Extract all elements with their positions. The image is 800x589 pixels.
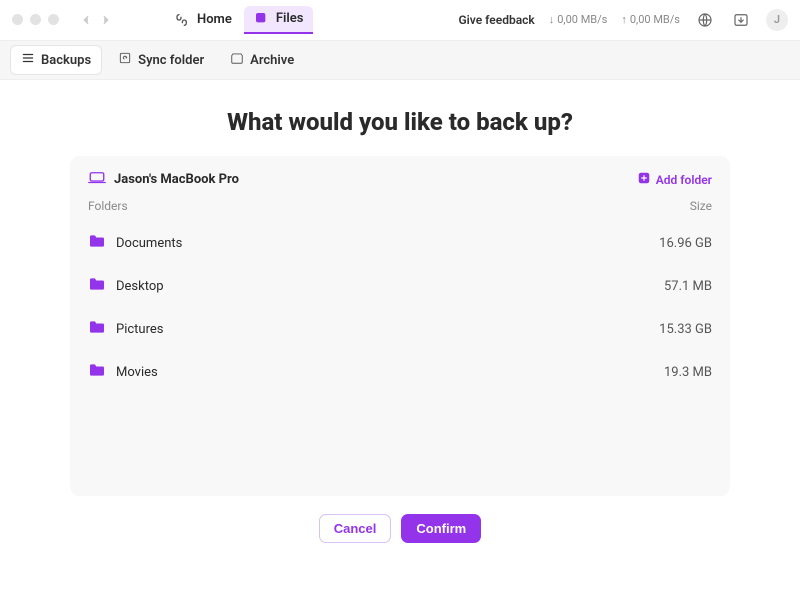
device-name: Jason's MacBook Pro (114, 172, 239, 187)
titlebar: Home Files Give feedback ↓ 0,00 MB/s ↑ 0… (0, 0, 800, 40)
folder-name: Pictures (116, 322, 163, 337)
cancel-button[interactable]: Cancel (319, 514, 392, 543)
download-speed-value: 0,00 MB/s (557, 13, 607, 26)
nav-back-button[interactable] (79, 13, 93, 27)
close-window-dot[interactable] (12, 14, 23, 25)
table-row[interactable]: Documents 16.96 GB (88, 221, 712, 264)
globe-button[interactable] (694, 9, 716, 31)
folder-name: Movies (116, 365, 158, 380)
download-speed: ↓ 0,00 MB/s (549, 13, 608, 26)
titlebar-tools: Give feedback ↓ 0,00 MB/s ↑ 0,00 MB/s J (458, 9, 788, 31)
add-folder-button[interactable]: Add folder (637, 171, 712, 188)
tab-home-label: Home (197, 12, 232, 27)
subtab-sync-label: Sync folder (138, 53, 204, 68)
sync-icon (118, 51, 132, 69)
table-header: Folders Size (88, 199, 712, 221)
col-size: Size (690, 199, 712, 213)
maximize-window-dot[interactable] (48, 14, 59, 25)
arrow-up-icon: ↑ (621, 13, 627, 26)
folder-list: Documents 16.96 GB Desktop 57.1 MB Pictu… (88, 221, 712, 393)
col-folders: Folders (88, 199, 128, 213)
avatar[interactable]: J (766, 9, 788, 31)
minimize-window-dot[interactable] (30, 14, 41, 25)
feedback-link[interactable]: Give feedback (458, 13, 534, 27)
table-row[interactable]: Pictures 15.33 GB (88, 307, 712, 350)
folder-name: Documents (116, 236, 182, 251)
footer-actions: Cancel Confirm (319, 514, 481, 543)
tab-files[interactable]: Files (244, 6, 314, 34)
folder-icon (88, 320, 106, 338)
subtabs-bar: Backups Sync folder Archive (0, 40, 800, 80)
subtab-archive-label: Archive (250, 53, 294, 68)
folder-size: 19.3 MB (664, 365, 712, 380)
subtab-sync[interactable]: Sync folder (108, 46, 214, 74)
main-tabs: Home Files (165, 6, 313, 34)
folder-icon (88, 363, 106, 381)
nav-arrows (79, 13, 113, 27)
files-icon (254, 11, 270, 27)
subtab-backups-label: Backups (41, 53, 91, 68)
folder-size: 57.1 MB (664, 279, 712, 294)
open-folder-button[interactable] (730, 9, 752, 31)
subtab-backups[interactable]: Backups (10, 45, 102, 75)
table-row[interactable]: Movies 19.3 MB (88, 350, 712, 393)
globe-icon (696, 11, 714, 29)
confirm-button[interactable]: Confirm (401, 514, 481, 543)
page: What would you like to back up? Jason's … (0, 80, 800, 543)
card-header: Jason's MacBook Pro Add folder (88, 170, 712, 199)
open-folder-icon (732, 11, 750, 29)
page-title: What would you like to back up? (227, 108, 573, 136)
table-row[interactable]: Desktop 57.1 MB (88, 264, 712, 307)
upload-speed-value: 0,00 MB/s (630, 13, 680, 26)
tab-files-label: Files (276, 11, 304, 26)
window-controls (12, 14, 59, 25)
folder-name: Desktop (116, 279, 164, 294)
tab-home[interactable]: Home (165, 7, 242, 33)
laptop-icon (88, 170, 106, 189)
archive-icon (230, 51, 244, 69)
plus-icon (637, 171, 651, 188)
add-folder-label: Add folder (656, 173, 712, 187)
home-icon (175, 12, 191, 28)
arrow-down-icon: ↓ (549, 13, 555, 26)
folder-size: 16.96 GB (659, 236, 712, 251)
list-icon (21, 51, 35, 69)
backup-card: Jason's MacBook Pro Add folder Folders S… (70, 156, 730, 496)
folder-icon (88, 277, 106, 295)
folder-size: 15.33 GB (659, 322, 712, 337)
upload-speed: ↑ 0,00 MB/s (621, 13, 680, 26)
folder-icon (88, 234, 106, 252)
subtab-archive[interactable]: Archive (220, 46, 304, 74)
nav-forward-button[interactable] (99, 13, 113, 27)
